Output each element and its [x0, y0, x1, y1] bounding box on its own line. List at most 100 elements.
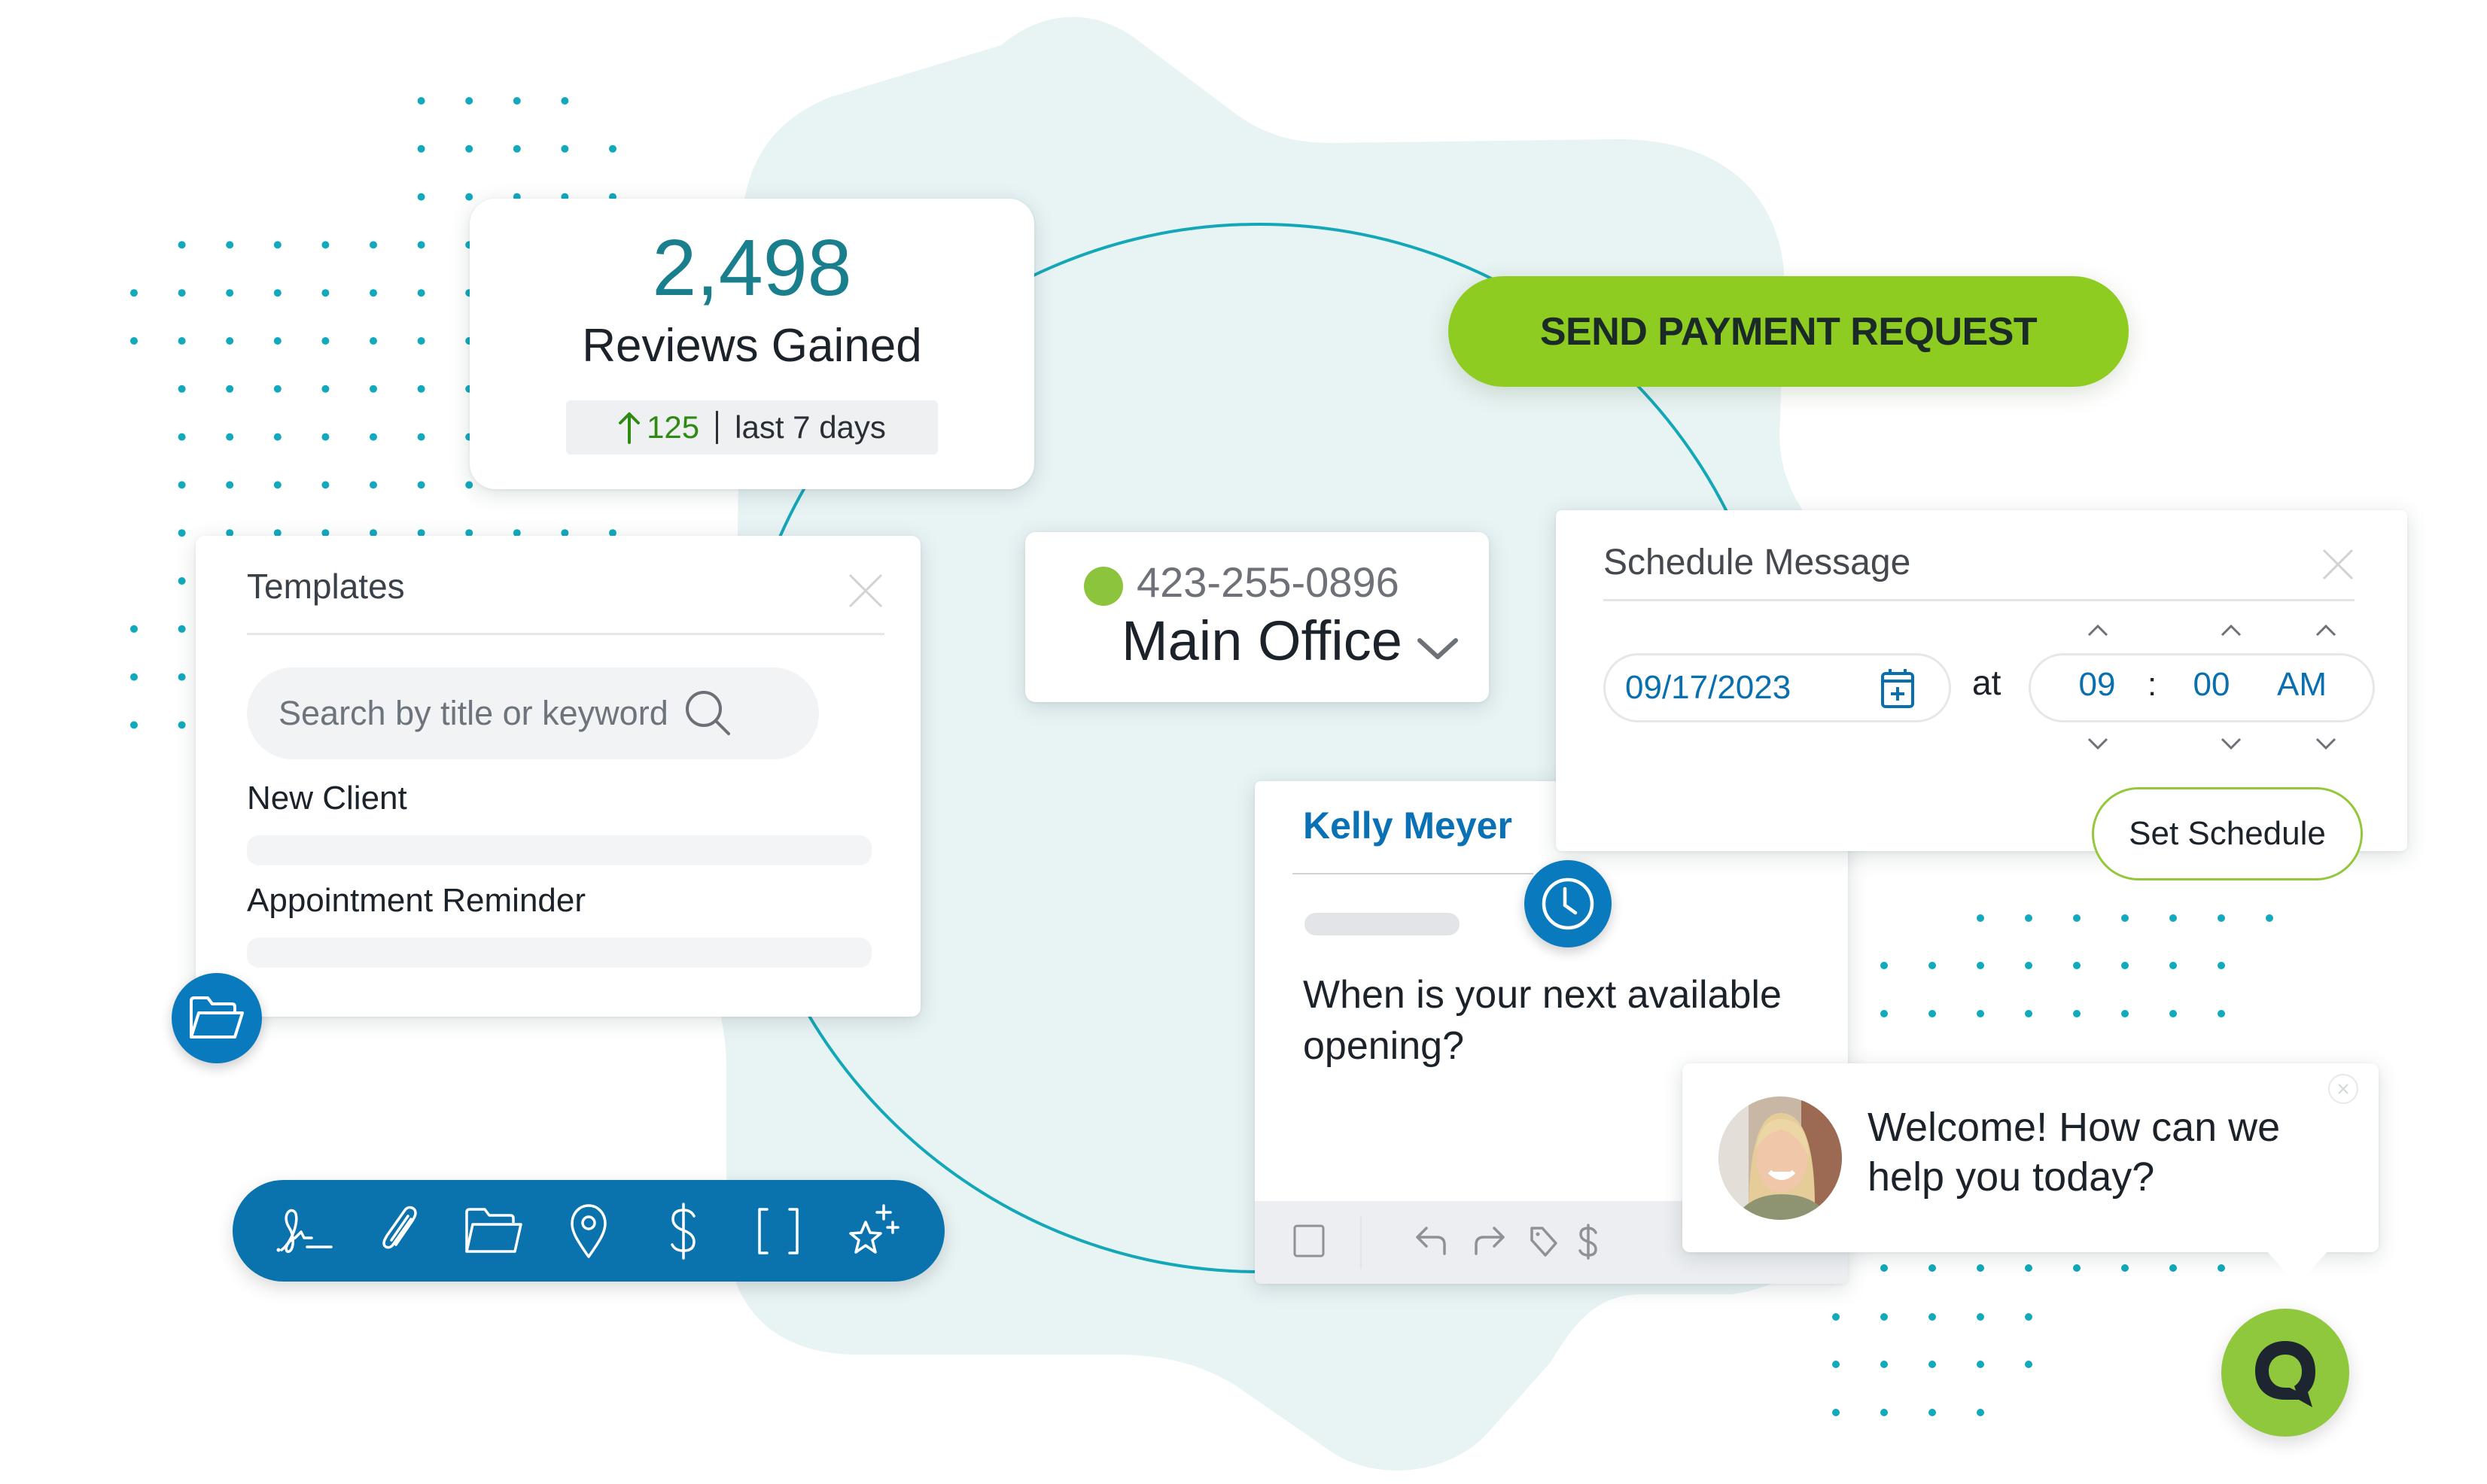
grid-dot: [417, 337, 425, 345]
divider: [247, 633, 884, 635]
line-name: Main Office: [1122, 610, 1402, 672]
minute-value[interactable]: 00: [2174, 666, 2249, 704]
attach-file-button[interactable]: [367, 1199, 431, 1264]
grid-dot: [2169, 1010, 2177, 1017]
grid-dot: [178, 241, 186, 249]
q-chat-logo-icon: [2255, 1341, 2315, 1407]
dollar-icon[interactable]: [1577, 1224, 1600, 1260]
close-bubble-button[interactable]: [2328, 1074, 2358, 1104]
grid-dot: [2121, 1010, 2129, 1017]
hour-value[interactable]: 09: [2059, 666, 2135, 704]
signature-button[interactable]: [272, 1199, 336, 1264]
time-separator: :: [2148, 666, 2157, 703]
checkbox-icon[interactable]: [1292, 1224, 1326, 1258]
template-preview-placeholder: [247, 835, 872, 865]
set-schedule-button[interactable]: Set Schedule: [2092, 787, 2363, 880]
grid-dot: [609, 144, 616, 153]
close-icon[interactable]: [847, 572, 884, 610]
grid-dot: [417, 289, 425, 297]
date-input[interactable]: 09/17/2023: [1603, 653, 1951, 722]
grid-dot: [226, 433, 234, 441]
grid-dot: [273, 241, 282, 249]
divider: [1360, 1216, 1362, 1269]
meridiem-increment-chevron-up-icon[interactable]: [2311, 622, 2341, 640]
contact-name[interactable]: Kelly Meyer: [1303, 804, 1512, 847]
merge-field-button[interactable]: [746, 1199, 811, 1264]
phone-line-selector[interactable]: 423-255-0896 Main Office: [1025, 532, 1489, 702]
phone-number: 423-255-0896: [1137, 558, 1399, 606]
hour-decrement-chevron-down-icon[interactable]: [2083, 734, 2113, 753]
paperclip-icon: [382, 1206, 417, 1248]
grid-dot: [130, 673, 138, 681]
template-item-new-client[interactable]: New Client: [247, 780, 407, 817]
grid-dot: [130, 721, 138, 729]
hour-increment-chevron-up-icon[interactable]: [2083, 622, 2113, 640]
grid-dot: [1928, 962, 1936, 969]
calendar-add-icon[interactable]: [1880, 666, 1916, 710]
grid-dot: [1977, 1264, 1984, 1272]
grid-dot: [417, 385, 425, 393]
grid-dot: [2218, 1264, 2225, 1272]
grid-dot: [370, 337, 377, 345]
grid-dot: [2073, 914, 2081, 922]
template-item-appointment-reminder[interactable]: Appointment Reminder: [247, 882, 586, 920]
search-icon[interactable]: [683, 689, 733, 738]
grid-dot: [1977, 914, 1984, 922]
payment-button[interactable]: [651, 1199, 716, 1264]
signature-icon: [276, 1209, 333, 1253]
location-button[interactable]: [556, 1199, 621, 1264]
minute-decrement-chevron-down-icon[interactable]: [2216, 734, 2246, 753]
forward-icon[interactable]: [1472, 1224, 1506, 1258]
grid-dot: [226, 241, 234, 249]
grid-dot: [561, 97, 569, 105]
time-picker[interactable]: 09 : 00 AM: [2029, 653, 2375, 722]
meridiem-value[interactable]: AM: [2264, 666, 2339, 704]
minute-increment-chevron-up-icon[interactable]: [2216, 622, 2246, 640]
ai-assist-button[interactable]: [841, 1199, 906, 1264]
chat-launcher-button[interactable]: [2221, 1309, 2349, 1437]
online-status-indicator: [1084, 567, 1123, 606]
grid-dot: [417, 97, 425, 105]
grid-dot: [370, 481, 377, 489]
reviews-stat-card: 2,498 Reviews Gained 125 last 7 days: [470, 199, 1034, 489]
grid-dot: [1832, 1313, 1840, 1321]
grid-dot: [2025, 962, 2032, 969]
reviews-period: last 7 days: [735, 409, 886, 445]
chevron-down-icon[interactable]: [1417, 636, 1459, 661]
message-text: When is your next available opening?: [1303, 973, 1782, 1068]
grid-dot: [1977, 1361, 1984, 1368]
schedule-title: Schedule Message: [1603, 543, 1911, 582]
templates-folder-button[interactable]: [172, 973, 262, 1063]
tag-icon[interactable]: [1529, 1224, 1559, 1258]
grid-dot: [178, 721, 186, 729]
agent-photo: [1718, 1096, 1842, 1220]
close-icon[interactable]: [2321, 548, 2355, 581]
reply-icon[interactable]: [1414, 1224, 1449, 1258]
grid-dot: [2073, 1264, 2081, 1272]
grid-dot: [178, 529, 186, 537]
grid-dot: [2025, 914, 2032, 922]
templates-button[interactable]: [461, 1199, 526, 1264]
grid-dot: [178, 289, 186, 297]
schedule-clock-button[interactable]: [1524, 860, 1612, 947]
grid-dot: [417, 481, 425, 489]
grid-dot: [465, 97, 473, 105]
grid-dot: [178, 673, 186, 681]
grid-dot: [226, 289, 234, 297]
grid-dot: [178, 481, 186, 489]
divider: [1292, 873, 1533, 874]
grid-dot: [1977, 1313, 1984, 1321]
meridiem-decrement-chevron-down-icon[interactable]: [2311, 734, 2341, 753]
compose-toolbar: [233, 1180, 945, 1282]
template-search[interactable]: [247, 667, 819, 759]
send-payment-request-button[interactable]: SEND PAYMENT REQUEST: [1448, 276, 2129, 387]
grid-dot: [513, 97, 521, 105]
template-search-input[interactable]: [277, 693, 702, 734]
grid-dot: [1880, 1010, 1888, 1017]
grid-dot: [273, 337, 282, 345]
close-icon: [2338, 1084, 2348, 1094]
grid-dot: [321, 385, 330, 393]
grid-dot: [370, 289, 377, 297]
reviews-count: 2,498: [652, 224, 852, 312]
text-placeholder: [1304, 913, 1460, 935]
